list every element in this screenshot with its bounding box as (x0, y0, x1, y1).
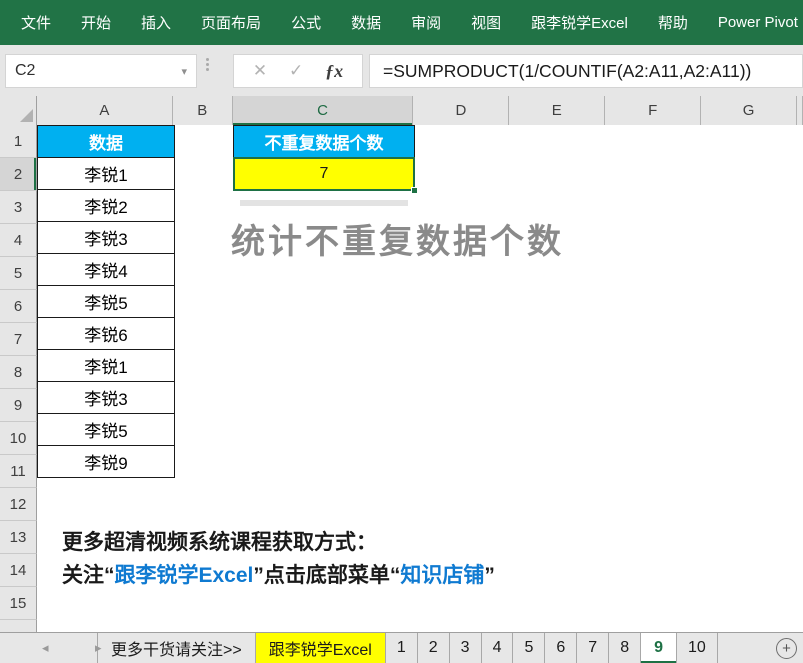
column-header-c[interactable]: C (233, 96, 414, 125)
sheet-tab-2[interactable]: 2 (418, 633, 450, 663)
row-header-2[interactable]: 2 (0, 158, 37, 191)
row-header-5[interactable]: 5 (0, 257, 37, 290)
chevron-down-icon[interactable]: ▾ (181, 65, 187, 78)
ribbon-tab-3[interactable]: 插入 (141, 12, 171, 33)
row-header-16-partial[interactable] (0, 620, 37, 632)
row-header-1[interactable]: 1 (0, 125, 37, 158)
insert-function-icon[interactable]: ƒx (325, 61, 343, 82)
cell-a3[interactable]: 李锐2 (37, 189, 175, 222)
footer-line2-segment-3: 知识店铺 (400, 564, 484, 587)
cell-c1-result-header[interactable]: 不重复数据个数 (233, 125, 415, 158)
footer-line2: 关注“跟李锐学Excel”点击底部菜单“知识店铺” (62, 559, 495, 589)
sheet-tab-8[interactable]: 8 (609, 633, 641, 663)
formula-buttons: ✕ ✓ ƒx (233, 54, 363, 88)
cell-a6[interactable]: 李锐5 (37, 285, 175, 318)
enter-icon[interactable]: ✓ (289, 61, 303, 81)
cancel-icon[interactable]: ✕ (253, 61, 267, 81)
cell-a8[interactable]: 李锐1 (37, 349, 175, 382)
sheet-nav-right-icon[interactable]: ▸ (95, 640, 102, 656)
footer-line2-segment-2: ”点击底部菜单“ (253, 564, 400, 587)
select-all-triangle-icon (20, 109, 33, 122)
select-all-button[interactable] (0, 96, 37, 125)
cell-a4[interactable]: 李锐3 (37, 221, 175, 254)
row-header-7[interactable]: 7 (0, 323, 37, 356)
column-header-e[interactable]: E (509, 96, 605, 125)
row-header-6[interactable]: 6 (0, 290, 37, 323)
column-header-b[interactable]: B (173, 96, 233, 125)
cell-a2[interactable]: 李锐1 (37, 157, 175, 190)
cell-a7[interactable]: 李锐6 (37, 317, 175, 350)
row-header-3[interactable]: 3 (0, 191, 37, 224)
add-sheet-icon[interactable]: + (776, 638, 797, 659)
ribbon-tab-1[interactable]: 文件 (21, 12, 51, 33)
row-header-11[interactable]: 11 (0, 455, 37, 488)
sheet-tab-9[interactable]: 9 (641, 633, 677, 663)
ribbon-tab-9[interactable]: 跟李锐学Excel (531, 12, 628, 33)
ribbon-tab-6[interactable]: 数据 (351, 12, 381, 33)
column-header-d[interactable]: D (413, 96, 509, 125)
ribbon-tab-10[interactable]: 帮助 (658, 12, 688, 33)
sheet-tabs: 更多干货请关注>>跟李锐学Excel12345678910 (98, 633, 718, 663)
row-header-8[interactable]: 8 (0, 356, 37, 389)
watermark-title: 统计不重复数据个数 (231, 214, 564, 263)
column-header-partial (797, 96, 803, 125)
cell-c2-value: 7 (320, 165, 329, 183)
cell-a11[interactable]: 李锐9 (37, 445, 175, 478)
ribbon-tab-2[interactable]: 开始 (81, 12, 111, 33)
sheet-nav-left-icon[interactable]: ◂ (42, 640, 49, 656)
sheet-tab-1[interactable]: 1 (386, 633, 418, 663)
row-header-15[interactable]: 15 (0, 587, 37, 620)
cell-a5[interactable]: 李锐4 (37, 253, 175, 286)
sheet-tab-更多干货请关注-[interactable]: 更多干货请关注>> (98, 633, 256, 663)
fill-handle[interactable] (411, 187, 418, 194)
column-headers: ABCDEFG (0, 96, 803, 125)
excel-window: 文件开始插入页面布局公式数据审阅视图跟李锐学Excel帮助Power Pivot… (0, 0, 803, 663)
data-table-column-a: 数据李锐1李锐2李锐3李锐4李锐5李锐6李锐1李锐3李锐5李锐9 (37, 125, 175, 478)
footer-line2-segment-1: 跟李锐学Excel (115, 564, 254, 587)
ribbon-tab-7[interactable]: 审阅 (411, 12, 441, 33)
row-header-9[interactable]: 9 (0, 389, 37, 422)
column-header-a[interactable]: A (37, 96, 173, 125)
column-header-g[interactable]: G (701, 96, 797, 125)
row-header-10[interactable]: 10 (0, 422, 37, 455)
ribbon-tab-5[interactable]: 公式 (291, 12, 321, 33)
row-header-14[interactable]: 14 (0, 554, 37, 587)
sheet-tab-7[interactable]: 7 (577, 633, 609, 663)
sheet-tab-跟李锐学Excel[interactable]: 跟李锐学Excel (256, 633, 386, 663)
sheet-tab-bar: ◂ ▸ 更多干货请关注>>跟李锐学Excel12345678910 + (0, 632, 803, 663)
column-header-f[interactable]: F (605, 96, 701, 125)
footer-line1: 更多超清视频系统课程获取方式： (62, 526, 377, 556)
cell-c2-selected[interactable]: 7 (233, 157, 415, 191)
selection-shadow (240, 200, 408, 206)
row-header-12[interactable]: 12 (0, 488, 37, 521)
ribbon-tab-11[interactable]: Power Pivot (718, 14, 798, 31)
name-box[interactable]: C2 ▾ (5, 54, 197, 88)
footer-line2-segment-4: ” (484, 564, 495, 587)
sheet-tab-10[interactable]: 10 (677, 633, 718, 663)
sheet-tab-4[interactable]: 4 (482, 633, 514, 663)
row-headers: 123456789101112131415 (0, 125, 37, 632)
cell-a1-table-header[interactable]: 数据 (37, 125, 175, 158)
ribbon-tab-8[interactable]: 视图 (471, 12, 501, 33)
ribbon-tab-4[interactable]: 页面布局 (201, 12, 261, 33)
sheet-tab-6[interactable]: 6 (545, 633, 577, 663)
spreadsheet-grid: ABCDEFG 123456789101112131415 数据李锐1李锐2李锐… (0, 96, 803, 632)
footer-line2-segment-0: 关注“ (62, 564, 115, 587)
formula-bar: C2 ▾ ✕ ✓ ƒx =SUMPRODUCT(1/COUNTIF(A2:A11… (0, 45, 803, 96)
sheet-tab-3[interactable]: 3 (450, 633, 482, 663)
row-header-4[interactable]: 4 (0, 224, 37, 257)
sheet-nav-zone: ◂ ▸ (0, 633, 98, 663)
ribbon-menu-bar: 文件 开始 插入 页面布局 公式 数据 审阅 视图 跟李锐学Excel 帮助 Power Pivot (0, 0, 803, 45)
cell-a10[interactable]: 李锐5 (37, 413, 175, 446)
formula-input[interactable]: =SUMPRODUCT(1/COUNTIF(A2:A11,A2:A11)) (369, 54, 803, 88)
row-header-13[interactable]: 13 (0, 521, 37, 554)
name-box-value: C2 (15, 62, 181, 80)
cell-a9[interactable]: 李锐3 (37, 381, 175, 414)
sheet-tab-5[interactable]: 5 (513, 633, 545, 663)
formula-bar-separator (203, 58, 211, 84)
